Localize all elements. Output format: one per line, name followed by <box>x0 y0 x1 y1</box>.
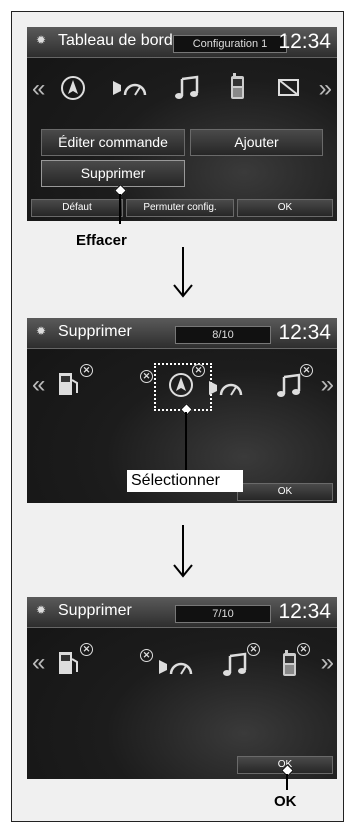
music-note-icon[interactable] <box>222 652 248 678</box>
scroll-left-icon[interactable]: « <box>32 373 45 397</box>
screen-dashboard-config: ✹ Tableau de bord Configuration 1 12:34 … <box>27 27 337 221</box>
ok-button[interactable]: OK <box>237 483 333 501</box>
music-note-icon[interactable] <box>174 75 200 101</box>
pointer-stem <box>119 194 121 224</box>
compass-icon[interactable] <box>168 372 194 398</box>
music-note-icon[interactable] <box>276 373 302 399</box>
count-indicator: 8/10 <box>175 326 271 344</box>
scroll-left-icon[interactable]: « <box>32 77 45 101</box>
page-title: Supprimer <box>58 602 132 619</box>
delete-badge-icon[interactable]: ✕ <box>247 643 260 656</box>
clock: 12:34 <box>278 321 331 344</box>
header-bar: ✹ Tableau de bord Configuration 1 12:34 <box>27 27 337 58</box>
no-display-icon[interactable] <box>277 78 301 98</box>
compass-icon[interactable] <box>60 75 86 101</box>
page-title: Supprimer <box>58 323 132 340</box>
delete-badge-icon[interactable]: ✕ <box>192 364 205 377</box>
page-title: Tableau de bord <box>58 32 173 49</box>
speedometer-icon[interactable] <box>207 375 243 401</box>
header-bar: ✹ Supprimer 7/10 12:34 <box>27 597 337 628</box>
phone-icon[interactable] <box>230 73 246 101</box>
count-indicator: 7/10 <box>175 605 271 623</box>
gear-icon[interactable]: ✹ <box>36 34 48 46</box>
edit-command-button[interactable]: Éditer commande <box>41 129 185 156</box>
add-button[interactable]: Ajouter <box>190 129 323 156</box>
delete-badge-icon[interactable]: ✕ <box>140 370 153 383</box>
delete-badge-icon[interactable]: ✕ <box>300 364 313 377</box>
screen-delete-result: ✹ Supprimer 7/10 12:34 « » ✕ ✕ ✕ ✕ OK <box>27 597 337 779</box>
default-button[interactable]: Défaut <box>31 199 123 217</box>
swap-config-button[interactable]: Permuter config. <box>126 199 234 217</box>
callout-ok: OK <box>274 793 297 810</box>
delete-button[interactable]: Supprimer <box>41 160 185 187</box>
scroll-right-icon[interactable]: » <box>321 651 334 675</box>
clock: 12:34 <box>278 600 331 623</box>
scroll-right-icon[interactable]: » <box>321 373 334 397</box>
pointer-stem <box>185 412 187 470</box>
fuel-icon[interactable] <box>57 649 81 677</box>
config-selector[interactable]: Configuration 1 <box>173 35 287 53</box>
scroll-left-icon[interactable]: « <box>32 651 45 675</box>
clock: 12:34 <box>278 30 331 53</box>
scroll-right-icon[interactable]: » <box>319 77 332 101</box>
fuel-icon[interactable] <box>57 370 81 398</box>
pointer-stem <box>286 774 288 790</box>
callout-selectionner: Sélectionner <box>131 472 220 489</box>
gear-icon[interactable]: ✹ <box>36 604 48 616</box>
callout-effacer: Effacer <box>76 232 127 249</box>
delete-badge-icon[interactable]: ✕ <box>80 643 93 656</box>
down-arrow-icon <box>173 525 193 578</box>
delete-badge-icon[interactable]: ✕ <box>297 643 310 656</box>
down-arrow-icon <box>173 247 193 298</box>
header-bar: ✹ Supprimer 8/10 12:34 <box>27 318 337 349</box>
speedometer-icon[interactable] <box>157 654 193 680</box>
delete-badge-icon[interactable]: ✕ <box>80 364 93 377</box>
gear-icon[interactable]: ✹ <box>36 325 48 337</box>
phone-icon[interactable] <box>282 650 298 678</box>
delete-badge-icon[interactable]: ✕ <box>140 649 153 662</box>
ok-button[interactable]: OK <box>237 199 333 217</box>
speedometer-icon[interactable] <box>111 75 147 101</box>
